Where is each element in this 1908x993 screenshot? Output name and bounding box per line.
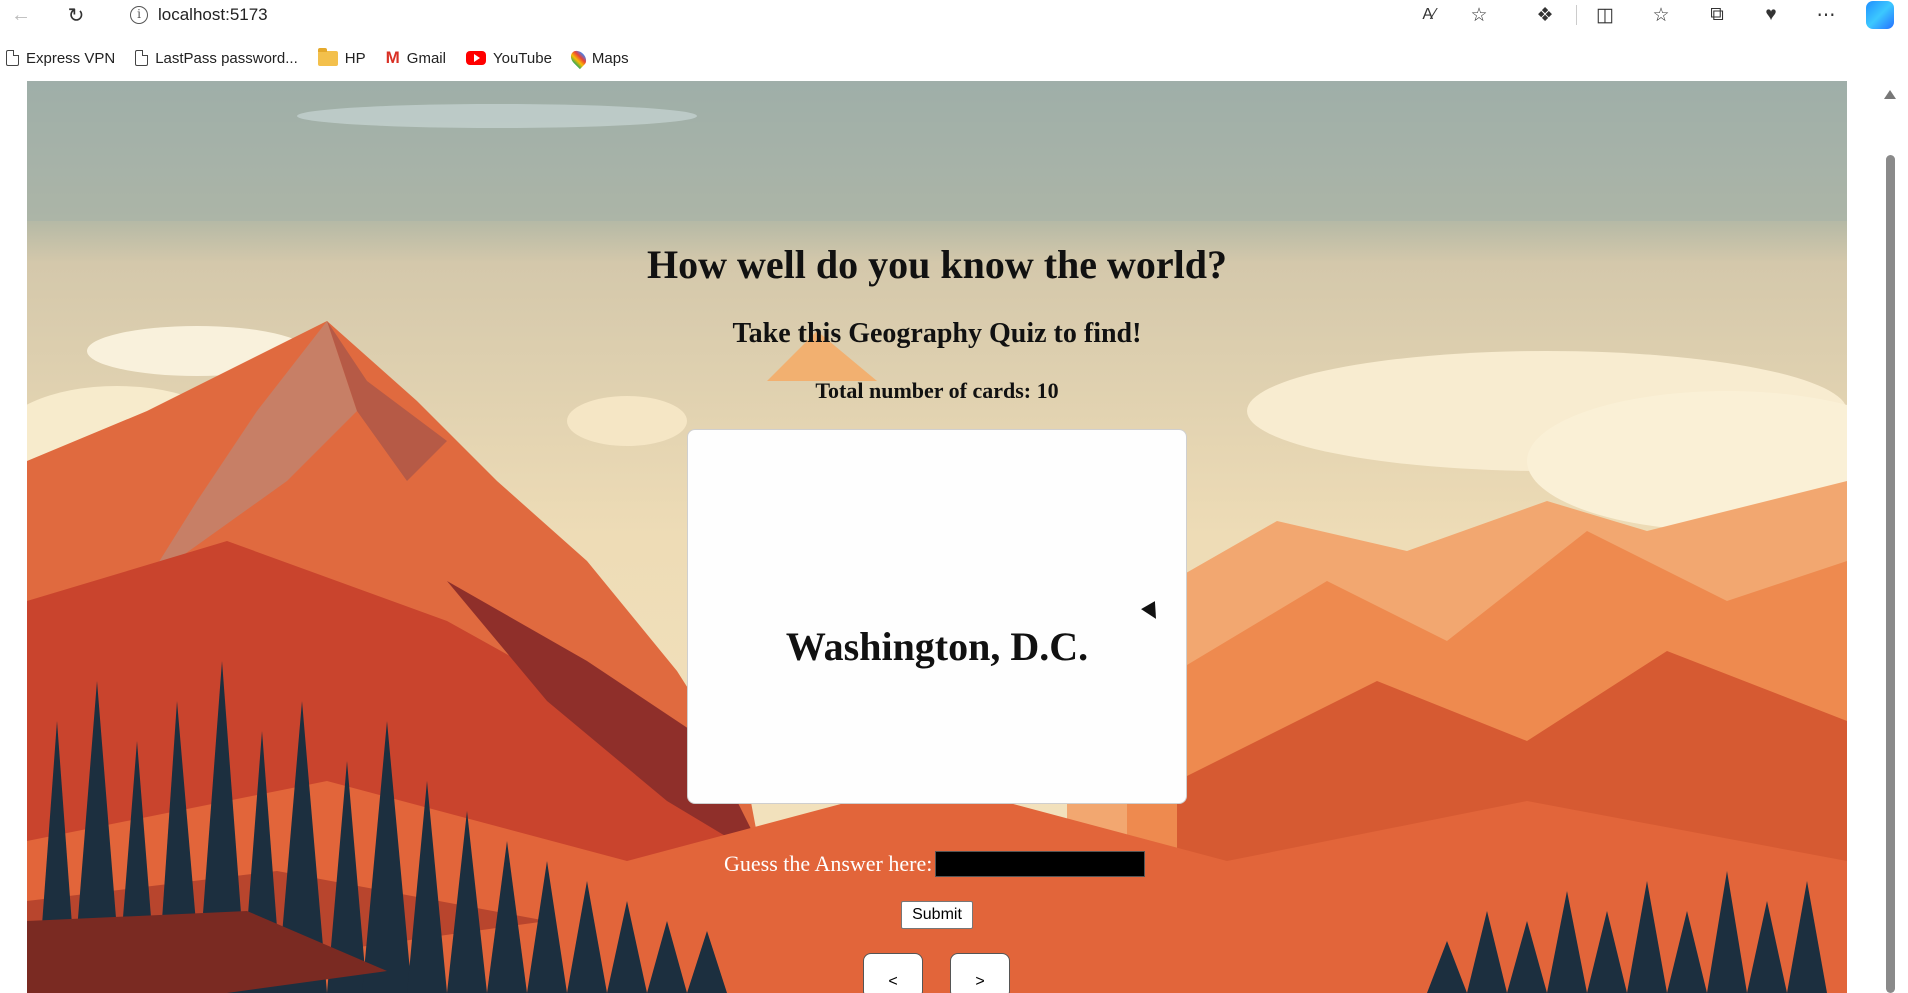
address-bar[interactable]: i localhost:5173 (130, 3, 268, 27)
extensions-icon[interactable]: ❖ (1529, 2, 1561, 28)
copilot-icon[interactable] (1864, 1, 1896, 29)
guess-input[interactable] (935, 851, 1146, 877)
submit-button[interactable]: Submit (901, 901, 973, 929)
bookmark-gmail[interactable]: M Gmail (386, 48, 446, 68)
document-icon (135, 50, 149, 66)
next-card-button[interactable]: > (950, 953, 1010, 993)
toolbar-divider (1576, 5, 1577, 25)
collections-icon[interactable]: ⧉ (1701, 2, 1733, 28)
read-aloud-icon[interactable]: A⁄ (1413, 2, 1445, 28)
guess-label: Guess the Answer here: (724, 851, 933, 876)
favorites-icon[interactable]: ☆ (1645, 2, 1677, 28)
flashcard-text: Washington, D.C. (785, 624, 1089, 669)
maps-icon (567, 47, 590, 69)
browser-toolbar: ← ↻ i localhost:5173 A⁄ ☆ ❖ ◫ ☆ ⧉ ♥ ⋯ (0, 0, 1908, 30)
bookmark-maps[interactable]: Maps (567, 47, 629, 69)
scroll-up-arrow-icon[interactable] (1884, 90, 1896, 99)
reload-icon[interactable]: ↻ (61, 3, 91, 27)
more-icon[interactable]: ⋯ (1810, 2, 1842, 28)
split-screen-icon[interactable]: ◫ (1589, 2, 1621, 28)
browser-essentials-icon[interactable]: ♥ (1755, 2, 1787, 28)
bookmarks-bar: Express VPN LastPass password... HP M Gm… (0, 44, 1908, 72)
bookmark-express-vpn[interactable]: Express VPN (6, 50, 115, 67)
page-title: How well do you know the world? (646, 242, 1228, 287)
bookmark-lastpass[interactable]: LastPass password... (135, 50, 298, 67)
quiz-page: How well do you know the world? Take thi… (27, 81, 1847, 993)
bookmark-youtube[interactable]: YouTube (465, 50, 552, 67)
info-icon[interactable]: i (130, 6, 148, 24)
gmail-icon: M (385, 48, 400, 67)
page-viewport: How well do you know the world? Take thi… (27, 81, 1847, 993)
back-icon[interactable]: ← (6, 3, 36, 27)
url-text[interactable]: localhost:5173 (158, 5, 268, 25)
guess-row: Guess the Answer here: (724, 850, 1146, 878)
document-icon (6, 50, 19, 66)
card-count: Total number of cards: 10 (815, 378, 1059, 403)
scrollbar-thumb[interactable] (1886, 155, 1895, 993)
folder-icon (317, 47, 338, 66)
favorite-star-icon[interactable]: ☆ (1463, 2, 1495, 28)
previous-card-button[interactable]: < (863, 953, 923, 993)
flashcard[interactable]: Washington, D.C. (687, 429, 1187, 804)
youtube-icon (465, 51, 486, 65)
page-subtitle: Take this Geography Quiz to find! (732, 318, 1142, 349)
bookmark-hp[interactable]: HP (317, 47, 366, 67)
